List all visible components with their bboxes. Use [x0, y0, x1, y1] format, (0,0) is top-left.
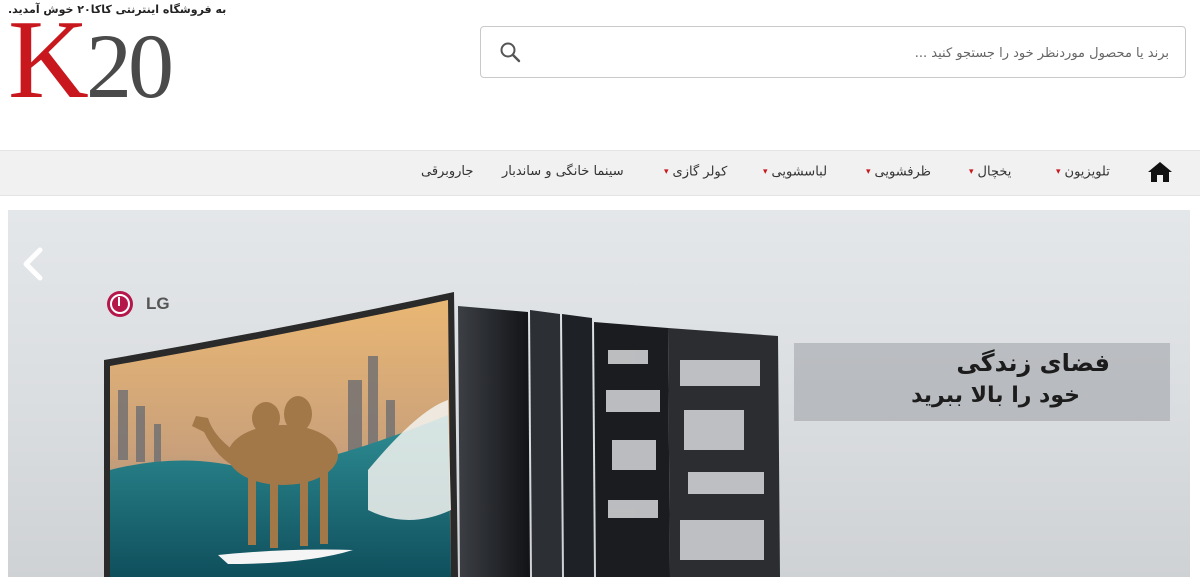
nav-item-label: تلویزیون [1064, 164, 1110, 180]
banner-tagline: فضای زندگی خود را بالا ببرید [794, 343, 1170, 421]
nav-item-label: ظرفشویی [874, 164, 932, 180]
nav-item-label: لباسشویی [771, 164, 828, 180]
chevron-down-icon: ▾ [969, 167, 974, 177]
home-icon[interactable] [1147, 160, 1173, 184]
nav-item-washing-machine[interactable]: لباسشویی▾ [763, 151, 827, 195]
nav-item-vacuum[interactable]: جاروبرقی [421, 151, 473, 195]
nav-item-label: یخچال [977, 164, 1012, 180]
chevron-down-icon: ▾ [763, 167, 768, 177]
tagline-line-1: فضای زندگی [956, 349, 1110, 377]
nav-item-tv[interactable]: تلویزیون▾ [1056, 151, 1110, 195]
nav-item-label: جاروبرقی [421, 164, 474, 179]
site-logo[interactable]: K 20 [8, 4, 178, 117]
nav-item-home-cinema[interactable]: سینما خانگی و ساندبار [502, 151, 624, 195]
chevron-left-icon[interactable] [20, 246, 48, 282]
nav-item-label: سینما خانگی و ساندبار [502, 164, 624, 179]
search-box [480, 26, 1186, 78]
main-nav: تلویزیون▾ یخچال▾ ظرفشویی▾ لباسشویی▾ کولر… [0, 150, 1200, 196]
banner-brand: LG [146, 294, 170, 313]
logo-letter: K [8, 0, 89, 122]
nav-item-refrigerator[interactable]: یخچال▾ [969, 151, 1011, 195]
search-icon[interactable] [499, 41, 521, 63]
nav-item-dishwasher[interactable]: ظرفشویی▾ [866, 151, 931, 195]
tagline-line-2: خود را بالا ببرید [911, 383, 1080, 408]
logo-number: 20 [86, 15, 174, 117]
nav-item-air-conditioner[interactable]: کولر گازی▾ [664, 151, 727, 195]
hero-banner[interactable]: LG فضای زندگی خود را بالا ببرید [8, 210, 1190, 577]
chevron-down-icon: ▾ [1056, 167, 1061, 177]
chevron-down-icon: ▾ [664, 167, 669, 177]
chevron-down-icon: ▾ [866, 167, 871, 177]
search-input[interactable] [567, 39, 1171, 67]
nav-item-label: کولر گازی [672, 164, 728, 180]
